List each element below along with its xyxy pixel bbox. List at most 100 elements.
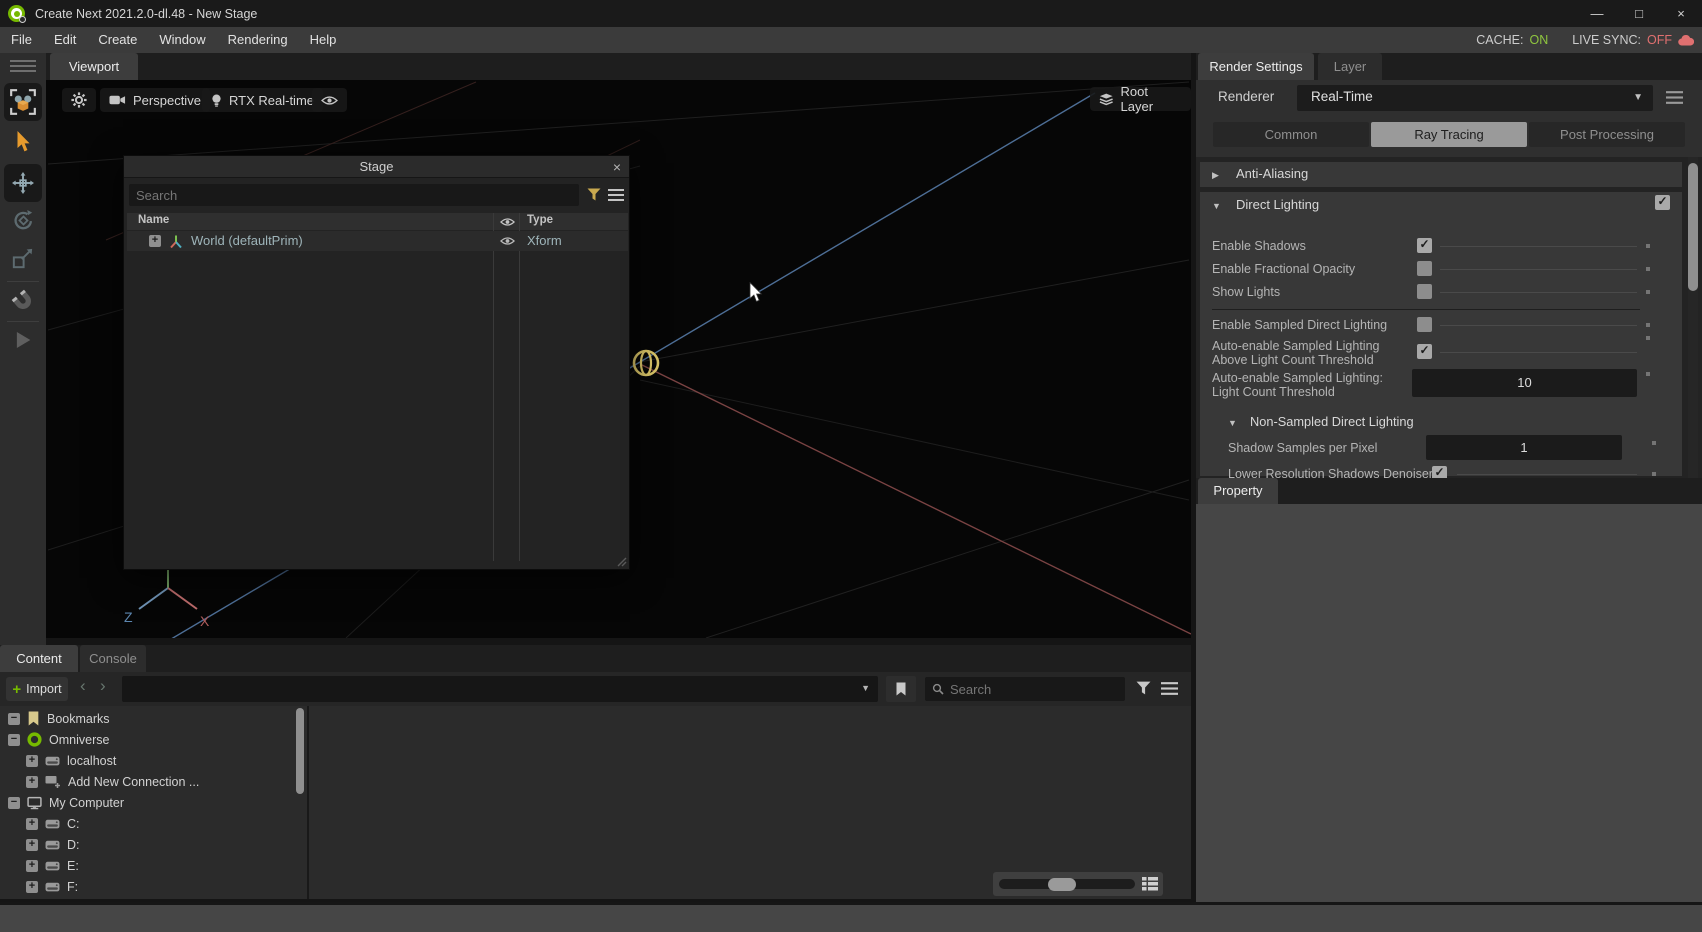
tab-content[interactable]: Content [0, 645, 78, 672]
path-bar[interactable]: ▼ [122, 676, 878, 702]
menu-file[interactable]: File [0, 27, 43, 53]
root-layer-button[interactable]: Root Layer [1090, 87, 1191, 111]
expand-icon[interactable]: + [26, 860, 38, 872]
tree-item-bookmarks[interactable]: − Bookmarks [8, 708, 110, 729]
default-indicator[interactable] [1646, 323, 1650, 327]
renderer-dropdown[interactable]: Real-Time ▼ [1297, 85, 1653, 111]
tree-item-add-connection[interactable]: + Add New Connection ... [26, 771, 199, 792]
tab-viewport[interactable]: Viewport [50, 53, 138, 80]
menu-edit[interactable]: Edit [43, 27, 87, 53]
tab-render-settings[interactable]: Render Settings [1198, 53, 1314, 80]
forward-button[interactable]: › [100, 676, 106, 696]
grid-view-icon[interactable] [1142, 877, 1158, 891]
tree-splitter[interactable] [307, 706, 309, 899]
slider-handle[interactable] [1048, 878, 1076, 891]
default-indicator[interactable] [1652, 472, 1656, 476]
default-indicator[interactable] [1646, 267, 1650, 271]
move-tool-button[interactable] [4, 164, 42, 202]
import-button[interactable]: + Import [6, 677, 68, 701]
section-anti-aliasing[interactable]: ▶ Anti-Aliasing [1200, 162, 1682, 187]
default-indicator[interactable] [1646, 372, 1650, 376]
sampled-direct-lighting-checkbox[interactable] [1417, 317, 1432, 332]
menu-window[interactable]: Window [148, 27, 216, 53]
collapse-icon[interactable]: − [8, 713, 20, 725]
select-tool-button[interactable] [4, 83, 42, 121]
stage-visibility-column-icon[interactable] [500, 217, 515, 227]
stage-options-icon[interactable] [608, 189, 624, 201]
fractional-opacity-checkbox[interactable] [1417, 261, 1432, 276]
expand-icon[interactable] [149, 235, 161, 247]
default-indicator[interactable] [1646, 244, 1650, 248]
tab-console[interactable]: Console [80, 645, 146, 672]
content-search[interactable] [925, 677, 1125, 701]
maximize-button[interactable]: □ [1618, 0, 1660, 27]
render-mode-button[interactable]: RTX Real-time [202, 88, 323, 112]
tab-layer[interactable]: Layer [1318, 53, 1382, 80]
bookmark-button[interactable] [886, 676, 916, 702]
default-indicator[interactable] [1646, 290, 1650, 294]
default-indicator[interactable] [1652, 441, 1656, 445]
play-button[interactable] [12, 329, 34, 354]
lower-res-denoiser-checkbox[interactable] [1432, 466, 1447, 478]
menu-create[interactable]: Create [87, 27, 148, 53]
close-button[interactable]: × [1660, 0, 1702, 27]
stage-search-input[interactable] [136, 188, 572, 203]
content-options-icon[interactable] [1161, 682, 1178, 695]
stage-row-world[interactable]: World (defaultPrim) Xform [127, 231, 628, 251]
camera-mode-button[interactable]: Perspective [100, 88, 210, 112]
tree-scrollbar[interactable] [296, 708, 304, 794]
path-dropdown-icon[interactable]: ▼ [861, 683, 870, 693]
scale-tool-button[interactable] [12, 247, 34, 272]
prim-visibility-icon[interactable] [500, 236, 515, 246]
minimize-button[interactable]: — [1576, 0, 1618, 27]
live-sync-cloud-icon[interactable] [1678, 35, 1694, 46]
settings-scrollbar-thumb[interactable] [1688, 163, 1698, 291]
content-search-input[interactable] [950, 682, 1118, 697]
direct-lighting-checkbox[interactable] [1655, 195, 1670, 210]
menu-help[interactable]: Help [299, 27, 348, 53]
tree-item-drive-g[interactable]: + G: [26, 897, 80, 899]
viewport-settings-button[interactable] [62, 88, 96, 112]
stage-resize-grip[interactable] [615, 555, 627, 567]
thumbnail-size-slider[interactable] [999, 879, 1135, 889]
collapsed-arrow-icon[interactable]: ▶ [1212, 170, 1219, 181]
tree-item-drive-c[interactable]: + C: [26, 813, 80, 834]
stage-titlebar[interactable]: Stage × [124, 156, 629, 178]
prim-name[interactable]: World (defaultPrim) [191, 233, 303, 248]
content-path-input[interactable] [130, 679, 840, 694]
stage-name-column[interactable]: Name [138, 214, 169, 226]
auto-enable-sampled-checkbox[interactable] [1417, 344, 1432, 359]
tree-item-localhost[interactable]: + localhost [26, 750, 116, 771]
snap-tool-button[interactable] [11, 289, 35, 316]
menu-rendering[interactable]: Rendering [217, 27, 299, 53]
stage-type-column[interactable]: Type [527, 214, 553, 226]
stage-search[interactable] [129, 184, 579, 206]
expand-icon[interactable]: + [26, 755, 38, 767]
tree-item-omniverse[interactable]: − Omniverse [8, 729, 109, 750]
mode-post-processing-button[interactable]: Post Processing [1529, 122, 1685, 147]
expand-icon[interactable]: + [26, 776, 38, 788]
default-indicator[interactable] [1646, 336, 1650, 340]
tree-item-drive-d[interactable]: + D: [26, 834, 80, 855]
settings-scrollbar-track[interactable] [1688, 157, 1698, 478]
light-prim-icon[interactable] [630, 348, 664, 380]
rotate-tool-button[interactable] [12, 209, 35, 235]
tree-item-my-computer[interactable]: − My Computer [8, 792, 124, 813]
stage-filter-icon[interactable] [587, 188, 601, 201]
tree-item-drive-f[interactable]: + F: [26, 876, 78, 897]
mode-common-button[interactable]: Common [1213, 122, 1369, 147]
renderer-options-icon[interactable] [1666, 91, 1683, 104]
show-lights-checkbox[interactable] [1417, 284, 1432, 299]
expand-icon[interactable]: + [26, 818, 38, 830]
cursor-tool-button[interactable] [12, 126, 34, 158]
back-button[interactable]: ‹ [80, 676, 86, 696]
expand-icon[interactable]: + [26, 881, 38, 893]
tab-property[interactable]: Property [1198, 478, 1278, 504]
content-filter-icon[interactable] [1136, 681, 1151, 695]
light-count-threshold-field[interactable]: 10 [1412, 369, 1637, 397]
collapse-icon[interactable]: − [8, 797, 20, 809]
expand-icon[interactable]: + [26, 839, 38, 851]
visibility-menu-button[interactable] [312, 88, 347, 112]
collapse-icon[interactable]: − [8, 734, 20, 746]
expanded-arrow-icon[interactable]: ▼ [1228, 418, 1237, 428]
